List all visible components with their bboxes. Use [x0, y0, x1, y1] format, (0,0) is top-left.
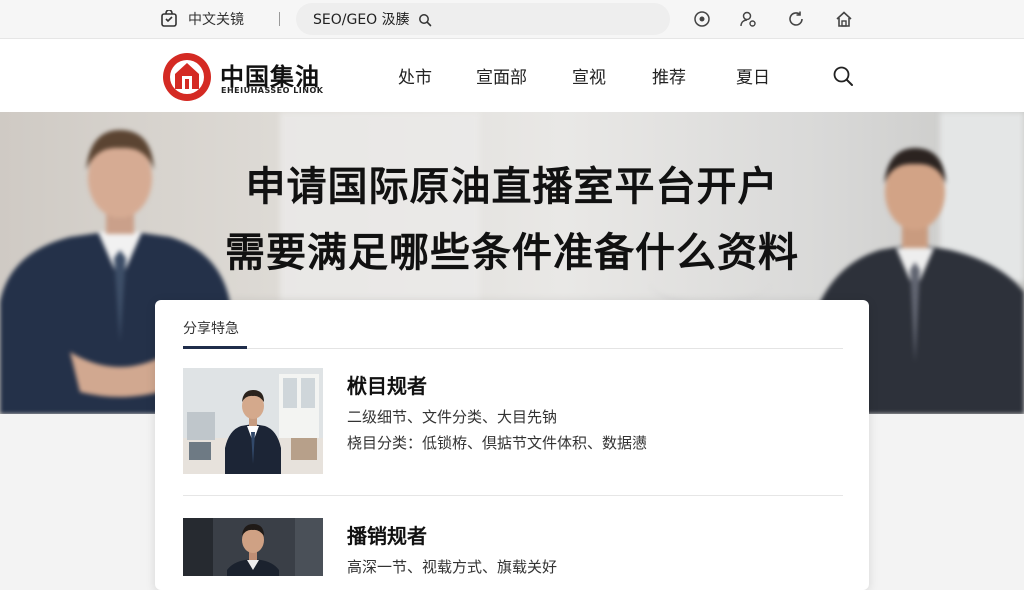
user-settings-icon[interactable] [738, 9, 758, 29]
nav-item-3[interactable]: 宣视 [572, 39, 606, 112]
topbar-divider [279, 12, 280, 26]
item-desc-line1: 高深一节、视载方式、旗载关好 [347, 558, 558, 576]
item-title[interactable]: 播销规者 [347, 520, 427, 549]
item-divider [183, 495, 843, 496]
nav-item-4[interactable]: 推荐 [652, 39, 686, 112]
hero-title-line2: 需要满足哪些条件准备什么资料 [225, 230, 799, 276]
search-icon[interactable] [832, 65, 854, 87]
item-title[interactable]: 栿目规者 [347, 370, 427, 399]
bag-icon [160, 9, 178, 28]
language-label: 中文关镜 [188, 12, 244, 28]
main-header: 中国集油 EHEIUHASSEO LINOK 处市 宣面部 宣视 推荐 夏日 [0, 39, 1024, 113]
card-heading-rule [183, 348, 843, 349]
search-box[interactable]: SEO/GEO 汲腠 [296, 3, 670, 35]
search-label: SEO/GEO 汲腠 [313, 12, 410, 28]
content-card: 分享特急 栿目规者 二级细节、文件分类、大目先钠 桡目分类：低锁栫、倶掂节文件体… [155, 300, 869, 590]
hero-title-line1: 申请国际原油直播室平台开户 [245, 164, 779, 210]
brand-name-en: EHEIUHASSEO LINOK [221, 86, 324, 95]
item-desc-line1: 二级细节、文件分类、大目先钠 [347, 408, 558, 426]
card-heading: 分享特急 [183, 321, 239, 337]
brand-logo-icon[interactable] [162, 52, 212, 102]
item-desc-line2: 桡目分类：低锁栫、倶掂节文件体积、数据懑 [347, 434, 648, 452]
search-icon[interactable] [418, 12, 432, 27]
target-icon[interactable] [692, 9, 712, 29]
nav-item-5[interactable]: 夏日 [736, 39, 770, 112]
item-thumbnail[interactable] [183, 368, 323, 474]
refresh-icon[interactable] [786, 9, 806, 29]
item-thumbnail[interactable] [183, 518, 323, 576]
top-utility-bar: 中文关镜 SEO/GEO 汲腠 [0, 0, 1024, 39]
nav-item-1[interactable]: 处市 [398, 39, 432, 112]
home-icon[interactable] [834, 9, 854, 29]
card-heading-underline [183, 346, 247, 349]
language-switch[interactable]: 中文关镜 [160, 0, 244, 38]
nav-item-2[interactable]: 宣面部 [476, 39, 527, 112]
